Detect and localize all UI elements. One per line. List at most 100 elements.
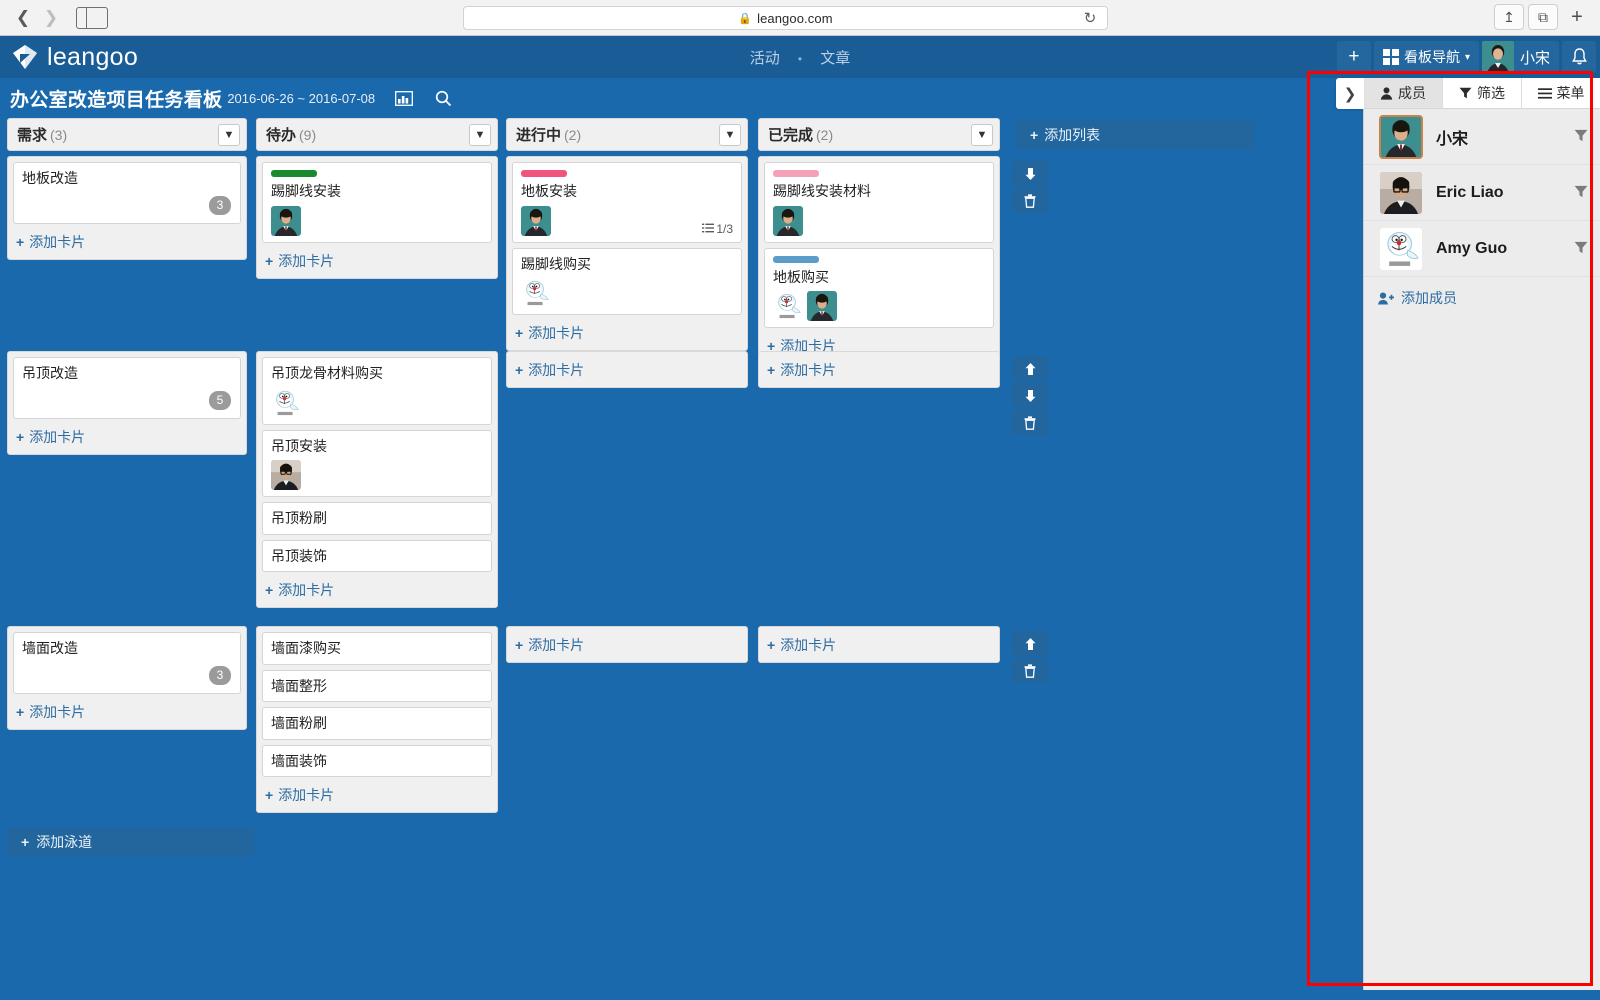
- tabs-icon[interactable]: ⧉: [1528, 4, 1558, 30]
- add-card-button[interactable]: + 添加卡片: [512, 320, 742, 345]
- card[interactable]: 吊顶装饰: [262, 539, 492, 572]
- card-label-color: [271, 170, 317, 177]
- board-nav-button[interactable]: 看板导航 ▾: [1373, 41, 1479, 73]
- list-cell: + 添加卡片: [758, 626, 1000, 663]
- sidebar-toggle-icon[interactable]: [76, 6, 108, 29]
- member-row[interactable]: 小宋: [1364, 109, 1600, 165]
- card[interactable]: 墙面粉刷: [262, 707, 492, 740]
- member-row[interactable]: Amy Guo: [1364, 221, 1600, 277]
- nav-center-links: 活动 • 文章: [650, 47, 950, 68]
- plus-icon: +: [265, 252, 274, 269]
- add-card-button[interactable]: + 添加卡片: [262, 577, 492, 602]
- member-filter-icon[interactable]: [1574, 185, 1588, 201]
- add-card-label: 添加卡片: [528, 637, 585, 653]
- avatar: [1380, 227, 1422, 270]
- swimlane-trash-button[interactable]: [1012, 188, 1048, 213]
- add-card-button[interactable]: + 添加卡片: [764, 357, 994, 382]
- address-bar[interactable]: 🔒 leangoo.com ↻: [463, 6, 1108, 30]
- swimlane-card[interactable]: 吊顶改造 5: [13, 357, 241, 419]
- add-card-button[interactable]: + 添加卡片: [262, 782, 492, 807]
- column-menu-caret-icon[interactable]: ▼: [469, 123, 491, 146]
- board-canvas: 需求 (3) ▼ 待办 (9) ▼ 进行中 (2) ▼ 已完成 (2) ▼ + …: [0, 118, 1600, 1000]
- brand[interactable]: leangoo: [12, 43, 138, 72]
- swimlane-trash-button[interactable]: [1012, 658, 1048, 683]
- card[interactable]: 吊顶粉刷: [262, 502, 492, 535]
- member-row[interactable]: Eric Liao: [1364, 165, 1600, 221]
- member-list: 小宋 Eric Liao Amy Guo: [1364, 109, 1600, 277]
- add-card-button[interactable]: + 添加卡片: [262, 248, 492, 273]
- bell-icon[interactable]: [1562, 41, 1596, 73]
- swimlane-trash-button[interactable]: [1012, 410, 1048, 435]
- forward-icon[interactable]: ❯: [38, 6, 64, 30]
- card-meta: [773, 205, 985, 236]
- tab-筛选[interactable]: 筛选: [1443, 78, 1522, 108]
- grid-icon: [1382, 49, 1399, 65]
- card[interactable]: 吊顶龙骨材料购买: [262, 357, 492, 425]
- trash-icon: [1024, 415, 1036, 430]
- swimlane-arrow-up-button[interactable]: [1012, 631, 1048, 656]
- back-icon[interactable]: ❮: [10, 6, 36, 30]
- swimlane-arrow-down-button[interactable]: [1012, 383, 1048, 408]
- card-label-color: [521, 170, 567, 177]
- swimlane-arrow-down-button[interactable]: [1012, 161, 1048, 186]
- collapse-panel-button[interactable]: ❯: [1336, 78, 1364, 109]
- card[interactable]: 墙面漆购买: [262, 632, 492, 665]
- member-filter-icon[interactable]: [1574, 129, 1588, 145]
- card-title: 墙面漆购买: [271, 640, 341, 656]
- chart-icon[interactable]: [395, 90, 414, 106]
- swimlane-arrow-up-button[interactable]: [1012, 356, 1048, 381]
- tab-成员[interactable]: 成员: [1364, 78, 1443, 108]
- avatar: [807, 291, 837, 321]
- card[interactable]: 踢脚线购买: [512, 247, 742, 315]
- swimlane-header-list: 地板改造 3 + 添加卡片: [7, 156, 247, 260]
- add-card-button[interactable]: + 添加卡片: [13, 424, 241, 449]
- card[interactable]: 踢脚线安装: [262, 162, 492, 243]
- app-top-nav: leangoo 活动 • 文章 + 看板导航 ▾ 小宋: [0, 36, 1600, 78]
- add-list-button[interactable]: + 添加列表: [1016, 120, 1254, 149]
- add-card-label: 添加卡片: [528, 325, 585, 341]
- add-card-button[interactable]: + 添加卡片: [512, 632, 742, 657]
- trash-icon: [1024, 663, 1036, 678]
- add-card-button[interactable]: + 添加卡片: [13, 229, 241, 254]
- add-button[interactable]: +: [1336, 41, 1371, 73]
- nav-link-articles[interactable]: 文章: [813, 50, 857, 67]
- share-icon[interactable]: ↥: [1494, 4, 1524, 30]
- card[interactable]: 地板安装 1/3: [512, 162, 742, 243]
- add-card-label: 添加卡片: [29, 429, 86, 445]
- member-filter-icon[interactable]: [1574, 241, 1588, 257]
- card[interactable]: 墙面整形: [262, 669, 492, 702]
- add-swimlane-button[interactable]: + 添加泳道: [7, 828, 254, 856]
- card[interactable]: 踢脚线安装材料: [764, 162, 994, 243]
- reload-icon[interactable]: ↻: [1081, 10, 1099, 28]
- add-card-button[interactable]: + 添加卡片: [764, 632, 994, 657]
- card-meta: [521, 278, 733, 308]
- add-card-button[interactable]: + 添加卡片: [13, 699, 241, 724]
- plus-icon: +: [265, 787, 274, 803]
- swimlane-actions: [1012, 161, 1048, 213]
- card[interactable]: 地板购买: [764, 247, 994, 328]
- nav-link-activity[interactable]: 活动: [743, 50, 787, 67]
- avatar: [271, 460, 301, 490]
- add-card-button[interactable]: + 添加卡片: [512, 357, 742, 382]
- swimlane-card[interactable]: 地板改造 3: [13, 162, 241, 224]
- column-menu-caret-icon[interactable]: ▼: [719, 123, 741, 146]
- column-menu-caret-icon[interactable]: ▼: [971, 123, 993, 146]
- tab-label: 成员: [1398, 85, 1426, 101]
- card-title: 地板购买: [773, 268, 829, 285]
- column-menu-caret-icon[interactable]: ▼: [218, 123, 240, 146]
- browser-nav-buttons: ❮ ❯: [10, 6, 64, 30]
- swimlane-card[interactable]: 墙面改造 3: [13, 632, 241, 694]
- column-count: (2): [816, 126, 834, 143]
- tab-菜单[interactable]: 菜单: [1522, 78, 1600, 108]
- list-cell: 吊顶龙骨材料购买 吊顶安装 吊顶粉刷吊顶装饰 + 添加卡片: [256, 351, 498, 608]
- user-menu[interactable]: 小宋: [1481, 41, 1559, 73]
- card[interactable]: 吊顶安装: [262, 429, 492, 497]
- card[interactable]: 墙面装饰: [262, 744, 492, 777]
- new-tab-button[interactable]: +: [1562, 4, 1592, 30]
- add-card-label: 添加卡片: [780, 362, 837, 378]
- swimlane-name: 吊顶改造: [22, 365, 78, 381]
- add-member-button[interactable]: 添加成员: [1364, 277, 1600, 308]
- search-icon[interactable]: [435, 90, 452, 107]
- panel-tabs: 成员 筛选 菜单: [1364, 78, 1600, 109]
- lock-icon: 🔒: [738, 12, 753, 25]
